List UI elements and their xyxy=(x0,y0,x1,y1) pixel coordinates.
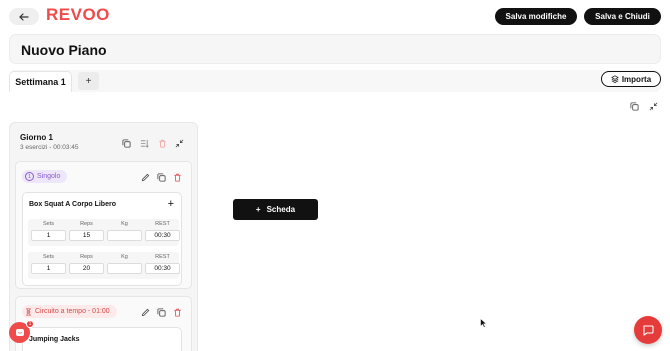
sets-label: Sets xyxy=(42,221,54,227)
reps-label: Reps xyxy=(80,221,93,227)
plan-title: Nuovo Piano xyxy=(21,42,107,58)
rest-label: REST xyxy=(155,221,170,227)
import-button[interactable]: Importa xyxy=(601,71,661,87)
tab-week-1[interactable]: Settimana 1 xyxy=(9,71,72,92)
plan-title-field[interactable]: Nuovo Piano xyxy=(9,34,661,64)
back-button[interactable] xyxy=(9,8,39,25)
scheda-label: Scheda xyxy=(266,205,296,214)
block-number: 1 xyxy=(25,172,34,181)
exercise-block: Circuito a tempo - 01:00 Jumping Jacks xyxy=(15,296,192,351)
edit-pencil-icon[interactable] xyxy=(140,172,150,182)
kg-input[interactable] xyxy=(107,230,142,241)
add-set-button[interactable]: + xyxy=(168,198,174,210)
circuit-type-badge: Circuito a tempo - 01:00 xyxy=(22,305,117,318)
hourglass-icon xyxy=(26,307,31,316)
arrow-left-icon xyxy=(19,12,29,21)
delete-block-icon[interactable] xyxy=(172,307,182,317)
reorder-list-icon[interactable] xyxy=(139,138,149,148)
day-title: Giorno 1 xyxy=(20,133,53,142)
notification-badge: 1 xyxy=(26,320,34,328)
collapse-all-icon[interactable] xyxy=(648,101,658,111)
exercise-name: Box Squat A Corpo Libero xyxy=(29,201,116,208)
block-type-label: Circuito a tempo - 01:00 xyxy=(35,308,110,315)
exercise-name: Jumping Jacks xyxy=(29,336,80,343)
save-and-close-button[interactable]: Salva e Chiudi xyxy=(584,8,661,25)
reps-input[interactable]: 15 xyxy=(69,230,104,241)
kg-input[interactable] xyxy=(107,263,142,274)
week-tabbar: Settimana 1 + Importa xyxy=(9,70,661,92)
kg-label: Kg xyxy=(121,254,128,260)
sets-input[interactable]: 1 xyxy=(31,230,66,241)
rest-label: REST xyxy=(155,254,170,260)
delete-block-icon[interactable] xyxy=(172,172,182,182)
chat-bubble-icon xyxy=(15,328,24,336)
import-label: Importa xyxy=(621,74,652,84)
chat-support-button[interactable] xyxy=(634,316,662,344)
save-changes-button[interactable]: Salva modifiche xyxy=(495,8,577,25)
chat-icon xyxy=(643,325,654,336)
brand-logo: REVOO xyxy=(46,5,110,24)
exercise-block: 1 Singolo Box Squat A Corpo Libero + Set… xyxy=(15,161,192,289)
block-type-label: Singolo xyxy=(37,173,61,180)
kg-label: Kg xyxy=(121,221,128,227)
exercise-card: Box Squat A Corpo Libero + Sets 1 Reps 15 … xyxy=(22,192,182,286)
plus-icon: + xyxy=(255,205,261,214)
rest-input[interactable]: 00:30 xyxy=(145,230,180,241)
delete-day-icon[interactable] xyxy=(157,138,167,148)
duplicate-week-icon[interactable] xyxy=(629,101,639,111)
sets-label: Sets xyxy=(42,254,54,260)
day-card: Giorno 1 3 esercizi - 00:03:45 1 Singolo… xyxy=(9,122,198,351)
duplicate-block-icon[interactable] xyxy=(156,307,166,317)
rest-input[interactable]: 00:30 xyxy=(145,263,180,274)
add-week-button[interactable]: + xyxy=(78,72,99,90)
set-row: Sets 1 Reps 15 Kg REST 00:30 xyxy=(28,219,180,246)
reps-label: Reps xyxy=(80,254,93,260)
add-scheda-button[interactable]: + Scheda xyxy=(233,199,318,220)
mouse-pointer-icon xyxy=(480,318,487,328)
exercise-card: Jumping Jacks xyxy=(22,327,182,351)
reps-input[interactable]: 20 xyxy=(69,263,104,274)
single-type-badge: 1 Singolo xyxy=(22,170,68,183)
duplicate-block-icon[interactable] xyxy=(156,172,166,182)
duplicate-day-icon[interactable] xyxy=(121,138,131,148)
set-row: Sets 1 Reps 20 Kg REST 00:30 xyxy=(28,252,180,279)
sets-input[interactable]: 1 xyxy=(31,263,66,274)
day-summary: 3 esercizi - 00:03:45 xyxy=(20,144,79,151)
layers-icon xyxy=(611,75,619,83)
edit-pencil-icon[interactable] xyxy=(140,307,150,317)
collapse-day-icon[interactable] xyxy=(174,138,184,148)
